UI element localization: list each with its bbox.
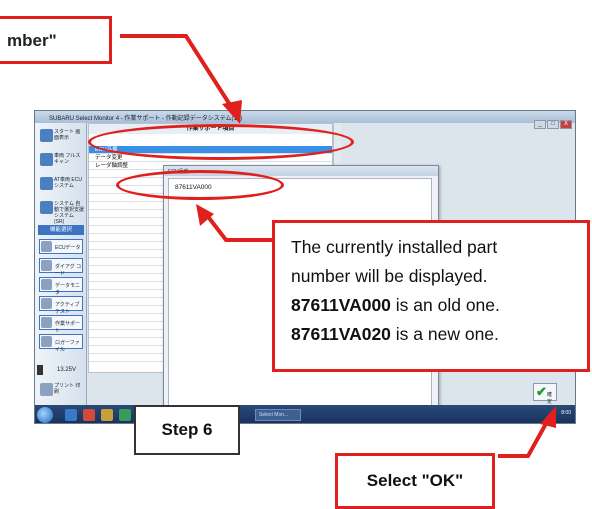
old-part-suffix: is an old one.	[390, 295, 500, 315]
arrow-head	[540, 406, 556, 428]
arrow-to-ecu-row	[120, 34, 234, 110]
arrow-to-ok-button	[498, 419, 550, 458]
info-line-1: The currently installed part	[291, 237, 498, 257]
info-line-4: 87611VA020 is a new one.	[291, 320, 587, 349]
step-label: Step 6	[134, 405, 240, 455]
arrow-head	[222, 100, 242, 124]
callout-top-text: mber"	[7, 31, 57, 50]
new-part-suffix: is a new one.	[390, 324, 499, 344]
callout-part-number: mber"	[0, 16, 112, 64]
arrow-to-part-number	[204, 212, 278, 242]
callout-info: The currently installed part number will…	[272, 220, 590, 372]
new-part-number: 87611VA020	[291, 324, 391, 344]
info-line-3: 87611VA000 is an old one.	[291, 291, 587, 320]
old-part-number: 87611VA000	[291, 295, 391, 315]
info-line-2: number will be displayed.	[291, 266, 488, 286]
callout-select-ok: Select "OK"	[335, 453, 495, 509]
